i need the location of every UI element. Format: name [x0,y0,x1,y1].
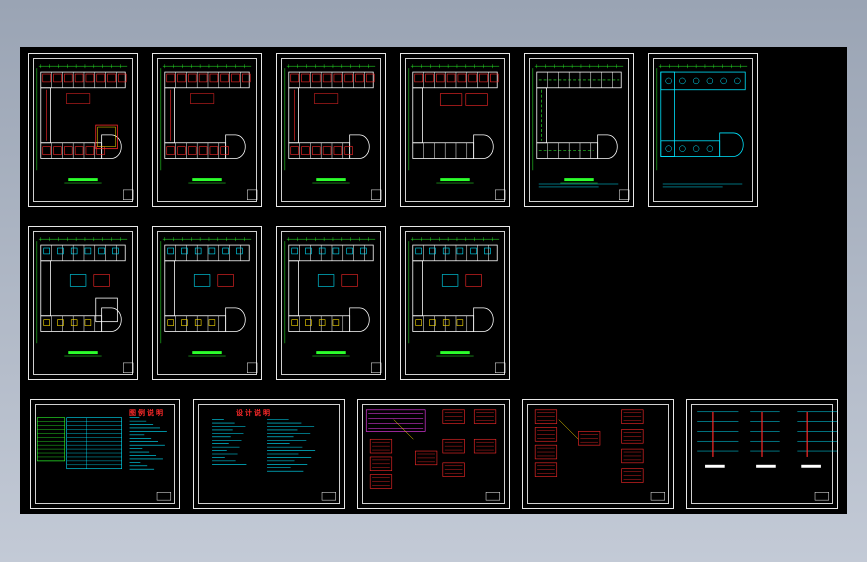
floor-plan [408,64,506,200]
wing-bottom [40,142,103,159]
plan-sheet-weak-2[interactable] [152,226,262,380]
feeder-line [393,419,414,440]
wing-left [412,260,423,317]
drawing-canvas[interactable]: 图例说明 设计说明 [20,47,847,514]
wing-bottom [288,142,351,159]
sheet-design-notes[interactable]: 设计说明 [193,399,345,509]
sheet-distribution-system-1[interactable] [357,399,510,509]
title-block [247,362,258,373]
diagram-title-bar [705,464,725,468]
device-box [69,274,87,287]
wing-left [164,87,175,144]
title-block [321,492,337,501]
rounded-hall [473,134,494,159]
sheet-title-bar [68,178,98,182]
rounded-hall [597,134,618,159]
ground-loop [538,79,620,151]
plan-sheet-socket-2[interactable] [400,53,510,207]
plan-sheet-weak-1[interactable] [28,226,138,380]
title-block [650,492,666,501]
sheet-title-bar [192,178,222,182]
device-box [441,274,459,287]
rounded-hall [101,307,122,332]
floor-plan [408,237,506,373]
annotation-box [66,93,91,104]
sheet-title-bar [564,178,594,182]
sheet-title-bar [316,178,346,182]
plan-sheet-roof[interactable] [648,53,758,207]
title-block [814,492,830,501]
sheet-distribution-system-2[interactable] [522,399,674,509]
sheet-riser-diagram[interactable] [686,399,838,509]
title-block [123,362,134,373]
floor-plan [284,237,382,373]
wing-left [288,260,299,317]
device-box [193,274,211,287]
roof-outline [660,71,675,157]
floor-plan [160,237,258,373]
title-block [371,362,382,373]
plan-sheet-weak-4[interactable] [400,226,510,380]
sheet-legend-table[interactable]: 图例说明 [30,399,180,509]
sheet-title-bar [68,351,98,355]
rounded-hall [349,307,370,332]
sheet-title-bar [440,178,470,182]
sheet-title-bar [316,351,346,355]
annotation-box [314,93,339,104]
plan-sheet-socket-1[interactable] [152,53,262,207]
title-block [495,189,506,200]
feeder-line [558,419,579,440]
roof-outline [660,140,721,157]
floor-plan [36,64,134,200]
title-block [485,492,501,501]
legend-column-green [36,417,66,462]
incoming-panel [365,409,426,432]
stair-core [95,124,118,150]
wing-left [40,87,51,144]
rounded-hall [225,307,246,332]
diagram-title-bar [801,464,821,468]
plan-sheet-grounding[interactable] [524,53,634,207]
annotation-box [465,93,488,106]
floor-plan [160,64,258,200]
title-block [156,492,172,501]
rounded-hall [473,307,494,332]
floor-plan [284,64,382,200]
roof-outline [719,132,744,157]
floor-plan [36,237,134,373]
wing-left [40,260,51,317]
sheet-title-bar [192,351,222,355]
title-block [247,189,258,200]
stair-core [95,297,118,323]
device-box [317,274,335,287]
plan-sheet-weak-3[interactable] [276,226,386,380]
plan-sheet-lighting-2[interactable] [276,53,386,207]
roof-outline [660,71,746,91]
annotation-box [190,93,215,104]
title-block [123,189,134,200]
title-block [371,189,382,200]
wing-left [288,87,299,144]
diagram-title-bar [756,464,776,468]
device-box [217,274,234,287]
floor-plan [532,64,630,200]
wing-left [164,260,175,317]
wing-bottom [412,142,475,159]
title-block [495,362,506,373]
title-block [619,189,630,200]
wing-left [412,87,423,144]
device-box [341,274,358,287]
plan-sheet-lighting-1[interactable] [28,53,138,207]
annotation-box [439,93,463,106]
device-box [93,274,110,287]
device-box [465,274,482,287]
wing-bottom [164,142,227,159]
sheet-title-bar [440,351,470,355]
floor-plan [656,64,748,188]
